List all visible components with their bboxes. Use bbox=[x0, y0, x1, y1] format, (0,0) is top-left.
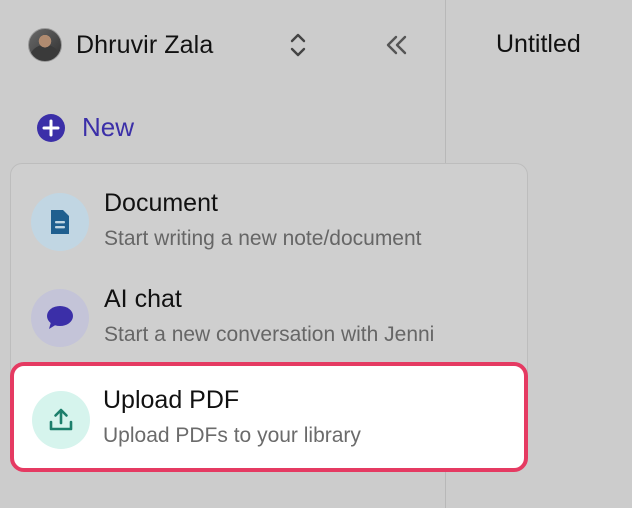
new-button[interactable]: New bbox=[36, 112, 134, 143]
menu-item-upload-pdf[interactable]: Upload PDF Upload PDFs to your library bbox=[10, 362, 528, 472]
user-name: Dhruvir Zala bbox=[76, 30, 214, 59]
menu-item-description: Upload PDFs to your library bbox=[103, 424, 361, 447]
menu-item-document[interactable]: Document Start writing a new note/docume… bbox=[11, 164, 529, 260]
chat-bubble-icon bbox=[31, 289, 89, 347]
account-switcher[interactable]: Dhruvir Zala bbox=[28, 28, 306, 62]
document-title[interactable]: Untitled bbox=[496, 30, 581, 59]
avatar bbox=[28, 28, 62, 62]
chevron-up-down-icon bbox=[290, 33, 306, 57]
menu-item-title: AI chat bbox=[104, 285, 182, 313]
menu-item-description: Start writing a new note/document bbox=[104, 227, 422, 250]
plus-circle-icon bbox=[37, 113, 65, 142]
menu-item-description: Start a new conversation with Jenni bbox=[104, 323, 435, 346]
new-label: New bbox=[82, 112, 135, 142]
collapse-sidebar-icon[interactable] bbox=[384, 32, 410, 58]
menu-item-title: Document bbox=[104, 189, 218, 217]
app-window: Dhruvir Zala New Untitled Document Start… bbox=[0, 0, 632, 508]
upload-icon bbox=[32, 391, 90, 449]
menu-item-ai-chat[interactable]: AI chat Start a new conversation with Je… bbox=[11, 260, 529, 356]
document-icon bbox=[31, 193, 89, 251]
menu-item-title: Upload PDF bbox=[103, 386, 240, 414]
